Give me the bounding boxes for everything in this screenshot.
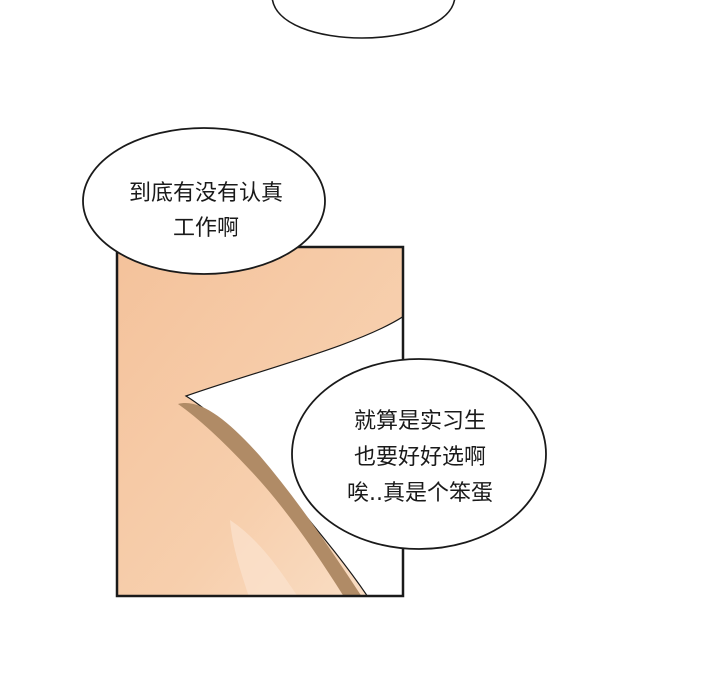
- upper-bubble-line-1: 到底有没有认真: [129, 181, 283, 206]
- top-partial-speech-bubble: [271, 0, 456, 39]
- lower-bubble-line-1: 就算是实习生: [354, 409, 486, 434]
- lower-bubble-line-2: 也要好好选啊: [354, 445, 486, 470]
- upper-bubble-line-2: 工作啊: [173, 216, 239, 241]
- lower-speech-bubble: 就算是实习生 也要好好选啊 唉..真是个笨蛋: [291, 358, 547, 550]
- comic-page: 到底有没有认真 工作啊 就算是实习生 也要好好选啊 唉..真是个笨蛋: [82, 0, 547, 598]
- upper-speech-bubble: 到底有没有认真 工作啊: [82, 127, 326, 275]
- lower-bubble-line-3: 唉..真是个笨蛋: [347, 481, 493, 506]
